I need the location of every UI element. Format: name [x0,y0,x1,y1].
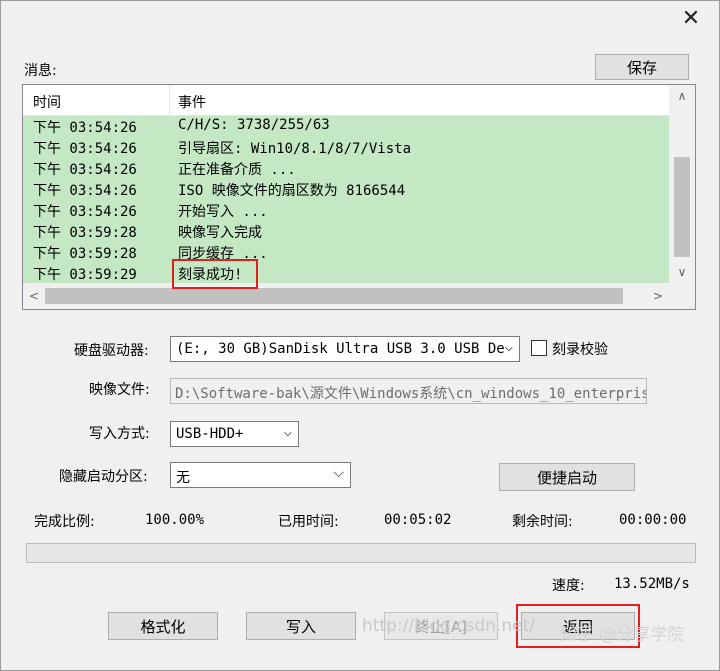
list-header: 时间 事件 [23,85,669,116]
row-time: 下午 03:54:26 [33,162,137,178]
format-button[interactable]: 格式化 [108,612,218,640]
remaining-label: 剩余时间: [512,514,573,530]
zhihu-watermark: 知乎 @分享学院 [560,625,685,645]
row-event: C/H/S: 3738/255/63 [178,117,330,133]
hidden-partition-value: 无 [176,470,190,486]
row-time: 下午 03:54:26 [33,183,137,199]
row-event: ISO 映像文件的扇区数为 8166544 [178,183,406,199]
table-row[interactable]: 下午 03:59:28 映像写入完成 [23,221,669,242]
write-mode-value: USB-HDD+ [176,426,244,442]
drive-select[interactable]: (E:, 30 GB)SanDisk Ultra USB 3.0 USB De … [170,336,520,362]
scroll-left-icon[interactable]: < [23,283,45,309]
row-time: 下午 03:59:29 [33,267,137,283]
image-file-field[interactable]: D:\Software-bak\源文件\Windows系统\cn_windows… [170,378,647,404]
column-header-event[interactable]: 事件 [178,92,206,112]
blog-watermark: http://blog.csdn.net/ [362,616,535,636]
hidden-partition-select[interactable]: 无 ⌵ [170,462,351,488]
row-time: 下午 03:59:28 [33,246,137,262]
vertical-scrollbar[interactable]: ∧ ∨ [669,85,695,283]
speed-label: 速度: [552,578,585,594]
column-separator[interactable] [169,85,170,115]
row-event: 开始写入 ... [178,204,268,220]
elapsed-label: 已用时间: [278,514,339,530]
drive-select-value: (E:, 30 GB)SanDisk Ultra USB 3.0 USB De [176,341,505,357]
message-rows: 下午 03:54:26 C/H/S: 3738/255/63 下午 03:54:26… [23,116,669,284]
row-time: 下午 03:54:26 [33,204,137,220]
scroll-right-icon[interactable]: > [647,283,669,309]
write-button[interactable]: 写入 [246,612,356,640]
row-time: 下午 03:59:28 [33,225,137,241]
save-button[interactable]: 保存 [595,54,689,80]
chevron-down-icon: ⌵ [504,339,513,355]
table-row[interactable]: 下午 03:54:26 开始写入 ... [23,200,669,221]
vertical-scroll-thumb[interactable] [674,157,690,257]
table-row[interactable]: 下午 03:54:26 正在准备介质 ... [23,158,669,179]
table-row[interactable]: 下午 03:59:28 同步缓存 ... [23,242,669,263]
chevron-down-icon: ⌵ [333,465,344,481]
scroll-up-icon[interactable]: ∧ [669,85,695,107]
table-row[interactable]: 下午 03:59:29 刻录成功! [23,263,669,284]
horizontal-scrollbar[interactable]: < > [23,283,669,309]
messages-label: 消息: [24,63,57,79]
horizontal-scroll-thumb[interactable] [45,288,623,304]
message-list[interactable]: 时间 事件 下午 03:54:26 C/H/S: 3738/255/63 下午 03… [22,84,696,310]
progress-value: 100.00% [145,512,205,528]
drive-label: 硬盘驱动器: [74,343,149,359]
image-file-path: D:\Software-bak\源文件\Windows系统\cn_windows… [175,386,647,402]
row-event: 引导扇区: Win10/8.1/8/7/Vista [178,141,412,157]
hidden-partition-label: 隐藏启动分区: [59,469,148,485]
row-time: 下午 03:54:26 [33,141,137,157]
chevron-down-icon: ⌵ [283,424,292,440]
remaining-value: 00:00:00 [619,512,687,528]
row-time: 下午 03:54:26 [33,120,137,136]
progress-bar [26,543,696,563]
row-event: 正在准备介质 ... [178,162,296,178]
elapsed-value: 00:05:02 [384,512,452,528]
verify-label[interactable]: 刻录校验 [552,339,608,359]
progress-label: 完成比例: [34,514,95,530]
verify-checkbox[interactable] [531,340,547,356]
image-file-label: 映像文件: [89,382,150,398]
scroll-down-icon[interactable]: ∨ [669,261,695,283]
row-event: 映像写入完成 [178,225,262,241]
write-mode-select[interactable]: USB-HDD+ ⌵ [170,421,299,447]
table-row[interactable]: 下午 03:54:26 C/H/S: 3738/255/63 [23,116,669,137]
close-icon[interactable]: ✕ [678,6,704,32]
table-row[interactable]: 下午 03:54:26 引导扇区: Win10/8.1/8/7/Vista [23,137,669,158]
table-row[interactable]: 下午 03:54:26 ISO 映像文件的扇区数为 8166544 [23,179,669,200]
quick-boot-button[interactable]: 便捷启动 [499,463,635,491]
scroll-corner [669,283,695,309]
success-highlight-box [172,259,258,289]
column-header-time[interactable]: 时间 [33,92,61,112]
speed-value: 13.52MB/s [614,576,690,592]
write-mode-label: 写入方式: [89,426,150,442]
